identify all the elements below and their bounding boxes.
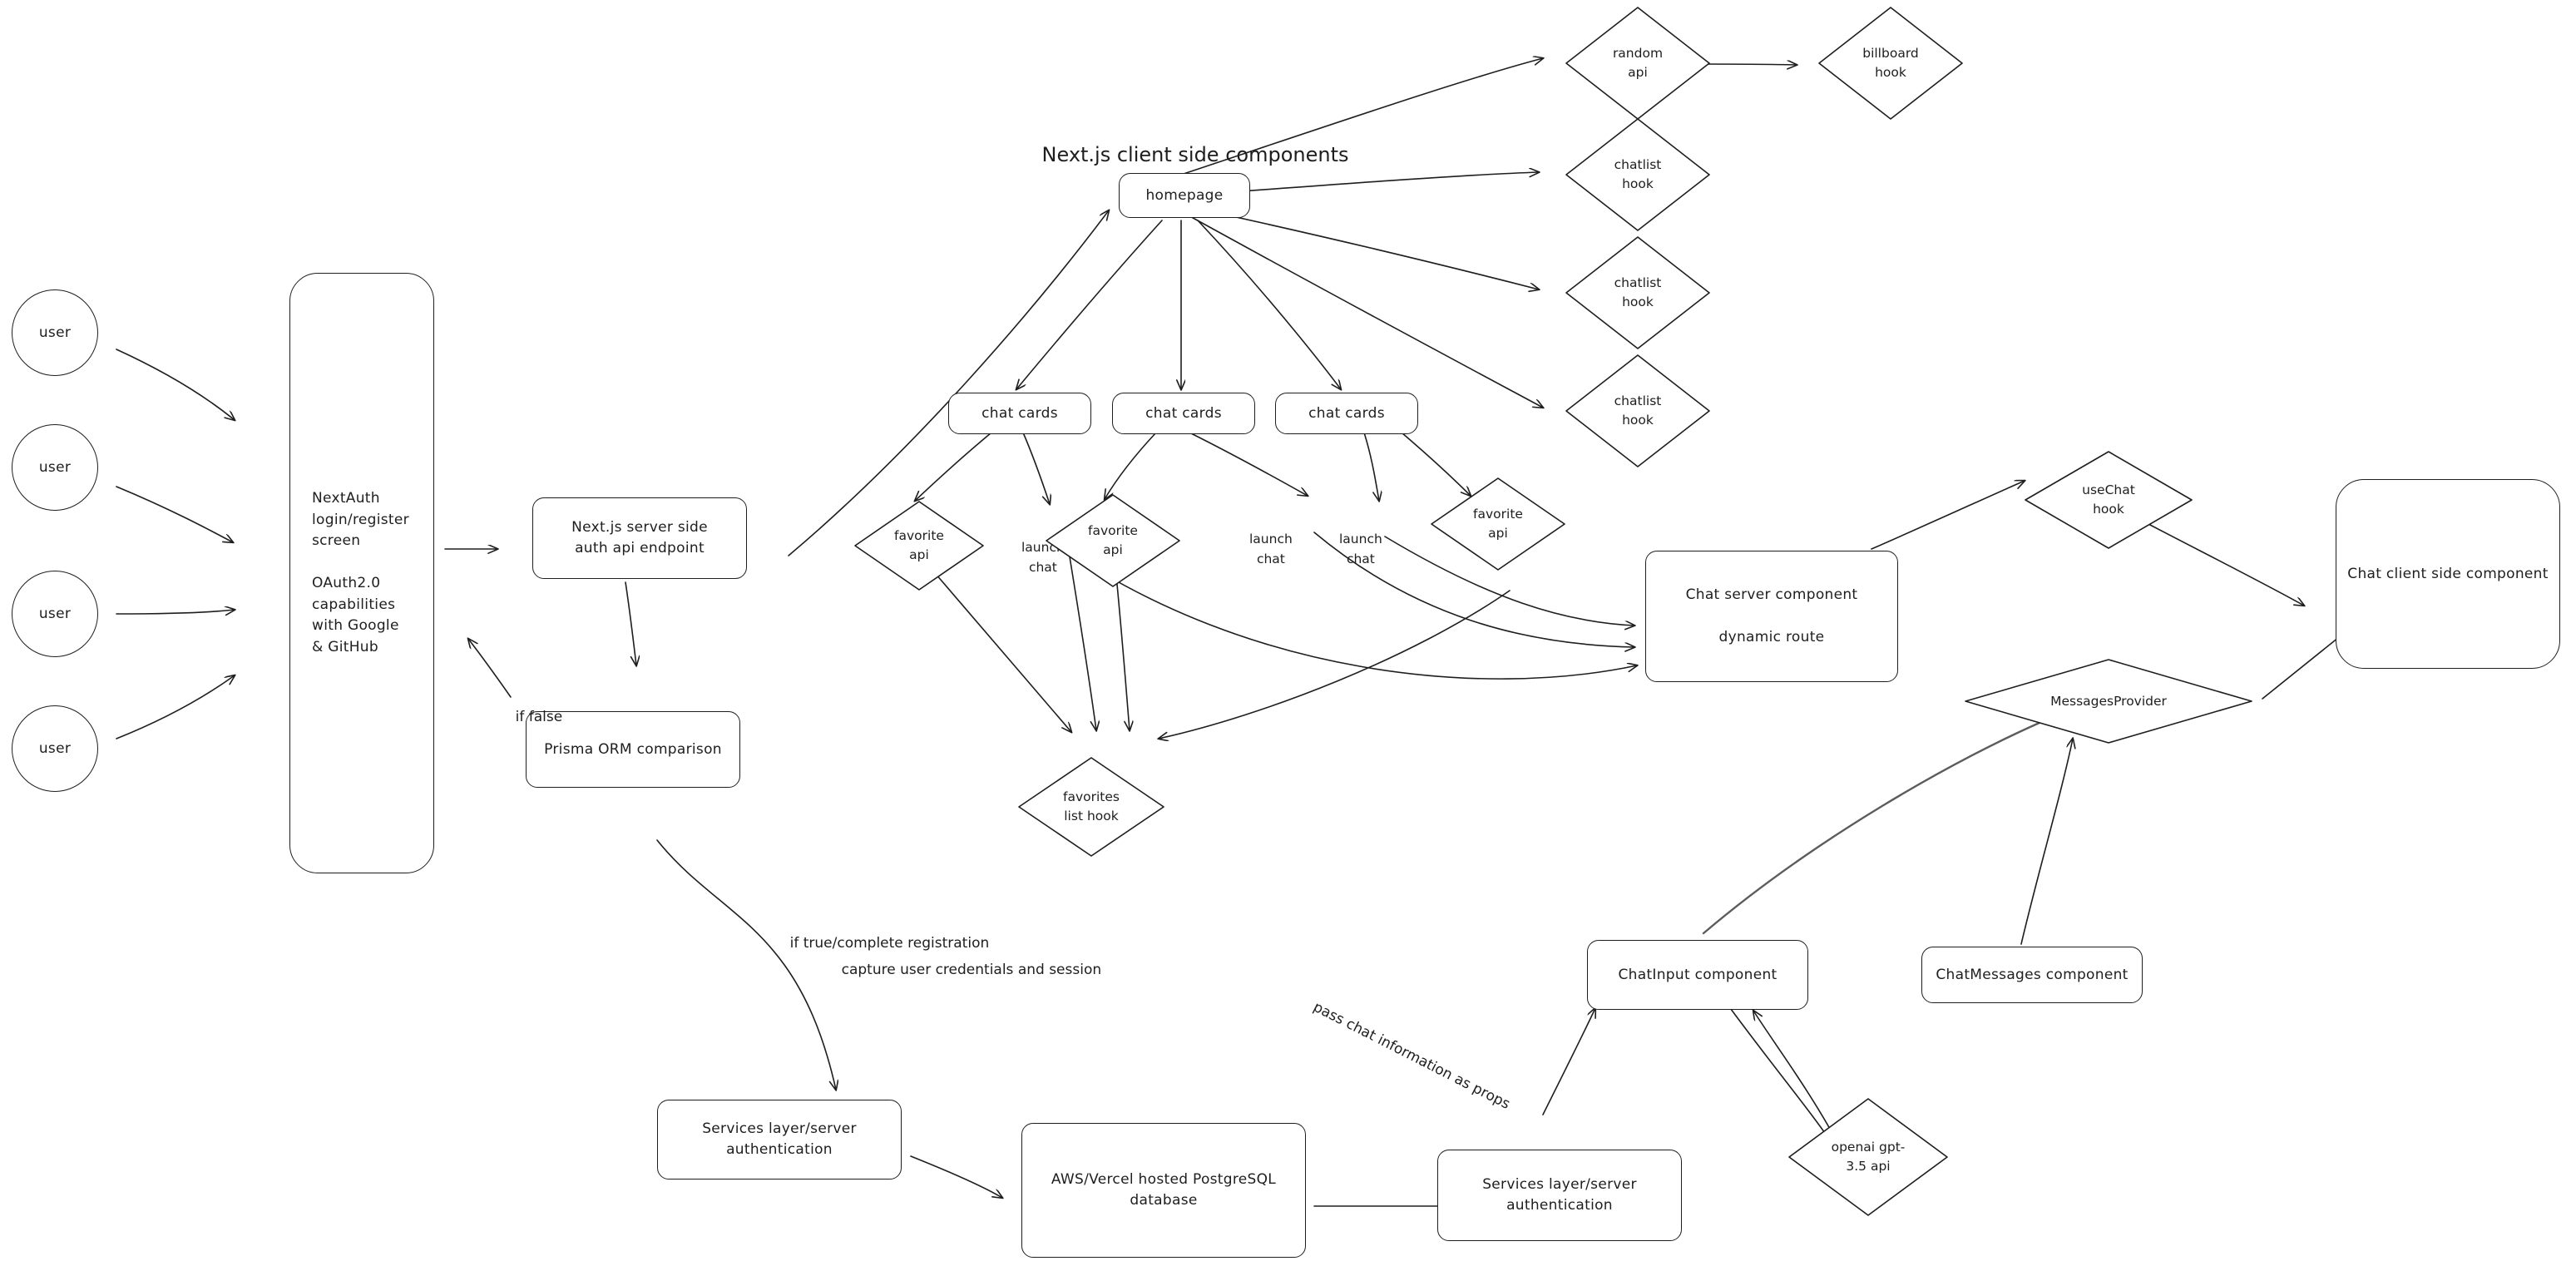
launch-chat-label: launch chat [1249, 532, 1293, 566]
user-node-3[interactable]: user [12, 571, 98, 657]
chat-cards-node-3[interactable]: chat cards [1275, 393, 1418, 434]
chat-cards-label: chat cards [1308, 405, 1385, 422]
capture-credentials-text: capture user credentials and session [841, 961, 1102, 978]
user-label: user [38, 740, 72, 757]
diamond-shape [1788, 1098, 1948, 1216]
diamond-shape [1565, 354, 1710, 467]
chat-server-component-label: Chat server component dynamic route [1685, 586, 1858, 645]
user-node-4[interactable]: user [12, 705, 98, 792]
pass-chat-props-text: pass chat information as props [1310, 998, 1513, 1113]
homepage-label: homepage [1145, 187, 1224, 204]
chat-cards-node-2[interactable]: chat cards [1112, 393, 1255, 434]
services-layer-right[interactable]: Services layer/server authentication [1437, 1150, 1682, 1241]
openai-api-node[interactable]: openai gpt- 3.5 api [1787, 1096, 1950, 1218]
prisma-label: Prisma ORM comparison [544, 741, 722, 758]
edge-label-capture-credentials: capture user credentials and session [823, 938, 1102, 1002]
page-title-text: Next.js client side components [1041, 143, 1349, 166]
random-api-node[interactable]: random api [1564, 5, 1712, 121]
usechat-hook-node[interactable]: useChat hook [2023, 449, 2194, 551]
favorites-list-hook-node[interactable]: favorites list hook [1016, 755, 1166, 858]
edge-label-pass-chat-props: pass chat information as props [1283, 970, 1523, 1134]
postgres-database[interactable]: AWS/Vercel hosted PostgreSQL database [1021, 1123, 1306, 1258]
nextauth-screen-label: NextAuth login/register screen OAuth2.0 … [312, 490, 409, 655]
diamond-shape [1565, 236, 1710, 349]
chat-cards-label: chat cards [1145, 405, 1222, 422]
user-node-2[interactable]: user [12, 424, 98, 511]
chat-input-component-label: ChatInput component [1618, 967, 1777, 983]
diamond-shape [1046, 494, 1180, 587]
chat-messages-component[interactable]: ChatMessages component [1921, 947, 2143, 1003]
chat-cards-node-1[interactable]: chat cards [948, 393, 1091, 434]
services-layer-left-label: Services layer/server authentication [702, 1120, 857, 1159]
homepage-node[interactable]: homepage [1119, 173, 1250, 218]
diamond-shape [1565, 118, 1710, 231]
launch-chat-node-3[interactable]: launch chat [1339, 511, 1382, 569]
postgres-database-label: AWS/Vercel hosted PostgreSQL database [1051, 1170, 1277, 1209]
diamond-shape [1965, 659, 2252, 744]
auth-endpoint-label: Next.js server side auth api endpoint [571, 518, 708, 557]
user-label: user [38, 324, 72, 341]
chat-input-component[interactable]: ChatInput component [1587, 940, 1808, 1010]
favorite-api-node-2[interactable]: favorite api [1044, 492, 1182, 589]
services-layer-left[interactable]: Services layer/server authentication [657, 1100, 902, 1180]
billboard-hook-node[interactable]: billboard hook [1817, 5, 1965, 121]
diagram-canvas: user user user user NextAuth login/regis… [0, 0, 2576, 1271]
services-layer-right-label: Services layer/server authentication [1482, 1175, 1637, 1214]
diamond-shape [2025, 451, 2193, 549]
chat-messages-component-label: ChatMessages component [1936, 967, 2129, 983]
diamond-shape [1431, 477, 1565, 571]
user-label: user [38, 459, 72, 476]
diamond-shape [1018, 757, 1164, 857]
chat-client-side-component[interactable]: Chat client side component [2336, 479, 2560, 669]
favorite-api-node-3[interactable]: favorite api [1429, 476, 1567, 572]
launch-chat-node-2[interactable]: launch chat [1249, 511, 1293, 569]
chat-cards-label: chat cards [981, 405, 1058, 422]
favorite-api-node-1[interactable]: favorite api [853, 499, 986, 592]
diamond-shape [854, 501, 984, 591]
diamond-shape [1565, 7, 1710, 120]
edge-label-if-false: if false [497, 685, 563, 749]
user-node-1[interactable]: user [12, 289, 98, 376]
chatlist-hook-node-2[interactable]: chatlist hook [1564, 235, 1712, 351]
nextauth-login-register-screen[interactable]: NextAuth login/register screen OAuth2.0 … [289, 273, 434, 873]
user-label: user [38, 606, 72, 622]
chatlist-hook-node-1[interactable]: chatlist hook [1564, 116, 1712, 233]
chat-client-side-component-label: Chat client side component [2347, 566, 2549, 582]
chat-server-component[interactable]: Chat server component dynamic route [1645, 551, 1898, 682]
chatlist-hook-node-3[interactable]: chatlist hook [1564, 353, 1712, 469]
messages-provider-node[interactable]: MessagesProvider [1963, 657, 2254, 745]
if-false-text: if false [515, 708, 563, 725]
nextjs-server-side-auth-api-endpoint[interactable]: Next.js server side auth api endpoint [532, 497, 747, 579]
launch-chat-label: launch chat [1339, 532, 1382, 566]
diamond-shape [1818, 7, 1963, 120]
